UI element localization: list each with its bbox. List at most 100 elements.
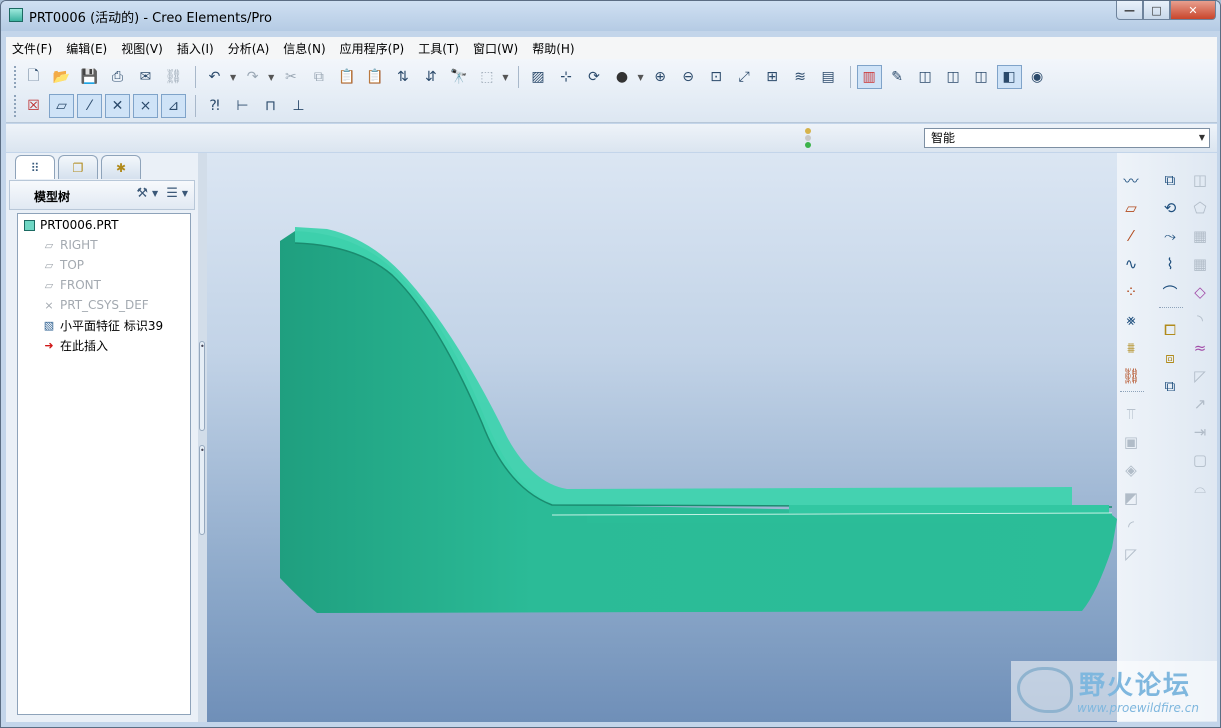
open-icon[interactable]: 📂 bbox=[49, 65, 74, 89]
transform-icon[interactable]: ⌓ bbox=[1187, 475, 1213, 501]
project-icon[interactable]: ◸ bbox=[1187, 363, 1213, 389]
save-icon[interactable]: 💾 bbox=[77, 65, 102, 89]
menu-analysis[interactable]: 分析(A) bbox=[228, 40, 270, 57]
select-box-icon[interactable]: ⬚ bbox=[474, 65, 499, 89]
pattern-icon[interactable]: ◫ bbox=[1187, 167, 1213, 193]
reorient-icon[interactable]: ⤢ bbox=[732, 65, 757, 89]
paste-icon[interactable]: 📋 bbox=[334, 65, 359, 89]
cut-icon[interactable]: ✂ bbox=[278, 65, 303, 89]
merge-icon[interactable]: ⧉ bbox=[1157, 373, 1183, 399]
datum-axes-icon[interactable]: ⁄ bbox=[77, 94, 102, 118]
annotations-icon[interactable]: ⊿ bbox=[161, 94, 186, 118]
revolve-icon[interactable]: ⟲ bbox=[1157, 195, 1183, 221]
color-display-icon[interactable]: ▥ bbox=[856, 65, 882, 89]
wireframe-icon[interactable]: ◫ bbox=[913, 65, 938, 89]
shading-icon[interactable]: ◧ bbox=[996, 65, 1022, 89]
hole-tool-icon[interactable]: ⫪ bbox=[1118, 401, 1144, 427]
trim-icon[interactable]: ⬠ bbox=[1187, 195, 1213, 221]
regen-manager-icon[interactable]: ⇵ bbox=[418, 65, 443, 89]
layers-icon[interactable]: ≋ bbox=[788, 65, 813, 89]
orient-mode-icon[interactable]: ⟳ bbox=[581, 65, 606, 89]
datum-plane-tool-icon[interactable]: ▱ bbox=[1118, 195, 1144, 221]
tree-item-front[interactable]: ▱ FRONT bbox=[42, 275, 101, 295]
sketch-display-icon[interactable]: ✎ bbox=[885, 65, 910, 89]
maximize-button[interactable]: □ bbox=[1143, 1, 1170, 20]
datum-curve-tool-icon[interactable]: ∿ bbox=[1118, 251, 1144, 277]
chevron-down-icon[interactable]: ▼ bbox=[1199, 129, 1205, 147]
chevron-down-icon[interactable]: ▼ bbox=[502, 73, 508, 82]
saved-views-icon[interactable]: ⊞ bbox=[760, 65, 785, 89]
show-icon[interactable]: ☰ bbox=[166, 186, 178, 201]
measure-length-icon[interactable]: ⊥ bbox=[286, 94, 311, 118]
new-icon[interactable]: 🗋 bbox=[21, 65, 46, 89]
chamfer-tool-icon[interactable]: ◸ bbox=[1118, 541, 1144, 567]
chevron-down-icon[interactable]: ▼ bbox=[268, 73, 274, 82]
datum-point-tool-icon[interactable]: ⁘ bbox=[1118, 279, 1144, 305]
copy-icon[interactable]: ⧉ bbox=[306, 65, 331, 89]
intersect-icon[interactable]: ▦ bbox=[1187, 223, 1213, 249]
menu-help[interactable]: 帮助(H) bbox=[532, 40, 574, 57]
whats-this-icon[interactable]: ⁈ bbox=[202, 94, 227, 118]
close-window-icon[interactable]: ☒ bbox=[21, 94, 46, 118]
tree-item-part[interactable]: PRT0006.PRT bbox=[22, 215, 118, 235]
favorites-tab-icon[interactable]: ✱ bbox=[101, 155, 141, 179]
datum-planes-icon[interactable]: ▱ bbox=[49, 94, 74, 118]
redo-icon[interactable]: ↷ bbox=[240, 65, 265, 89]
selection-filter-select[interactable]: 智能 ▼ bbox=[924, 128, 1210, 148]
csys-icon[interactable]: ⨯ bbox=[133, 94, 158, 118]
tree-item-top[interactable]: ▱ TOP bbox=[42, 255, 84, 275]
tree-item-insert-here[interactable]: ➜ 在此插入 bbox=[42, 335, 108, 355]
repaint-icon[interactable]: ▨ bbox=[525, 65, 550, 89]
csys-tool-icon[interactable]: ⛓ bbox=[1118, 363, 1144, 389]
round-tool-icon[interactable]: ◜ bbox=[1118, 513, 1144, 539]
minimize-button[interactable]: — bbox=[1116, 1, 1143, 20]
solidify-icon[interactable]: ≈ bbox=[1187, 335, 1213, 361]
chevron-down-icon[interactable]: ▼ bbox=[230, 73, 236, 82]
copy-feature-icon[interactable]: ⧠ bbox=[1157, 317, 1183, 343]
model-tree-tab-icon[interactable]: ⠿ bbox=[15, 155, 55, 179]
undo-icon[interactable]: ↶ bbox=[202, 65, 227, 89]
fill-icon[interactable]: ⇥ bbox=[1187, 419, 1213, 445]
sketched-point-icon[interactable]: ⨳ bbox=[1118, 307, 1144, 333]
menu-view[interactable]: 视图(V) bbox=[121, 40, 163, 57]
no-hidden-icon[interactable]: ◫ bbox=[969, 65, 994, 89]
refit-icon[interactable]: ⊡ bbox=[704, 65, 729, 89]
menu-tools[interactable]: 工具(T) bbox=[418, 40, 459, 57]
zoom-out-icon[interactable]: ⊖ bbox=[676, 65, 701, 89]
menu-window[interactable]: 窗口(W) bbox=[473, 40, 518, 57]
folder-browser-tab-icon[interactable]: ❐ bbox=[58, 155, 98, 179]
view-manager-icon[interactable]: ▤ bbox=[816, 65, 841, 89]
print-icon[interactable]: ⎙ bbox=[105, 65, 130, 89]
mirror-icon[interactable]: ⧈ bbox=[1157, 345, 1183, 371]
wrap-icon[interactable]: ↗ bbox=[1187, 391, 1213, 417]
menu-applications[interactable]: 应用程序(P) bbox=[340, 40, 405, 57]
appearance-icon[interactable]: ● bbox=[609, 65, 634, 89]
chevron-down-icon[interactable]: ▼ bbox=[637, 73, 643, 82]
shell-tool-icon[interactable]: ▣ bbox=[1118, 429, 1144, 455]
offset-csys-point-icon[interactable]: ⩩ bbox=[1118, 335, 1144, 361]
measure-area-icon[interactable]: ⊓ bbox=[258, 94, 283, 118]
regenerate-icon[interactable]: ⇅ bbox=[390, 65, 415, 89]
toolbar-grip[interactable] bbox=[14, 95, 17, 117]
datum-points-icon[interactable]: ✕ bbox=[105, 94, 130, 118]
zoom-in-icon[interactable]: ⊕ bbox=[648, 65, 673, 89]
send-mail-icon[interactable]: ✉ bbox=[133, 65, 158, 89]
model-tree-icon[interactable]: ◉ bbox=[1025, 65, 1050, 89]
measure-icon[interactable]: ⊢ bbox=[230, 94, 255, 118]
datum-axis-tool-icon[interactable]: ⁄ bbox=[1118, 223, 1144, 249]
toolbar-grip[interactable] bbox=[14, 66, 17, 88]
sketch-tool-icon[interactable]: 〰 bbox=[1118, 167, 1144, 193]
close-button[interactable]: ✕ bbox=[1170, 1, 1216, 20]
tree-item-right[interactable]: ▱ RIGHT bbox=[42, 235, 98, 255]
menu-info[interactable]: 信息(N) bbox=[283, 40, 325, 57]
settings-icon[interactable]: ⚒ bbox=[136, 186, 148, 201]
rib-tool-icon[interactable]: ◈ bbox=[1118, 457, 1144, 483]
extend-icon[interactable]: ▦ bbox=[1187, 251, 1213, 277]
splitter-handle[interactable]: • bbox=[199, 445, 205, 535]
extrude-icon[interactable]: ⧉ bbox=[1157, 167, 1183, 193]
panel-splitter[interactable]: • • bbox=[198, 153, 207, 722]
graphics-viewport[interactable] bbox=[207, 153, 1117, 722]
menu-insert[interactable]: 插入(I) bbox=[177, 40, 214, 57]
menu-file[interactable]: 文件(F) bbox=[12, 40, 52, 57]
hidden-line-icon[interactable]: ◫ bbox=[941, 65, 966, 89]
